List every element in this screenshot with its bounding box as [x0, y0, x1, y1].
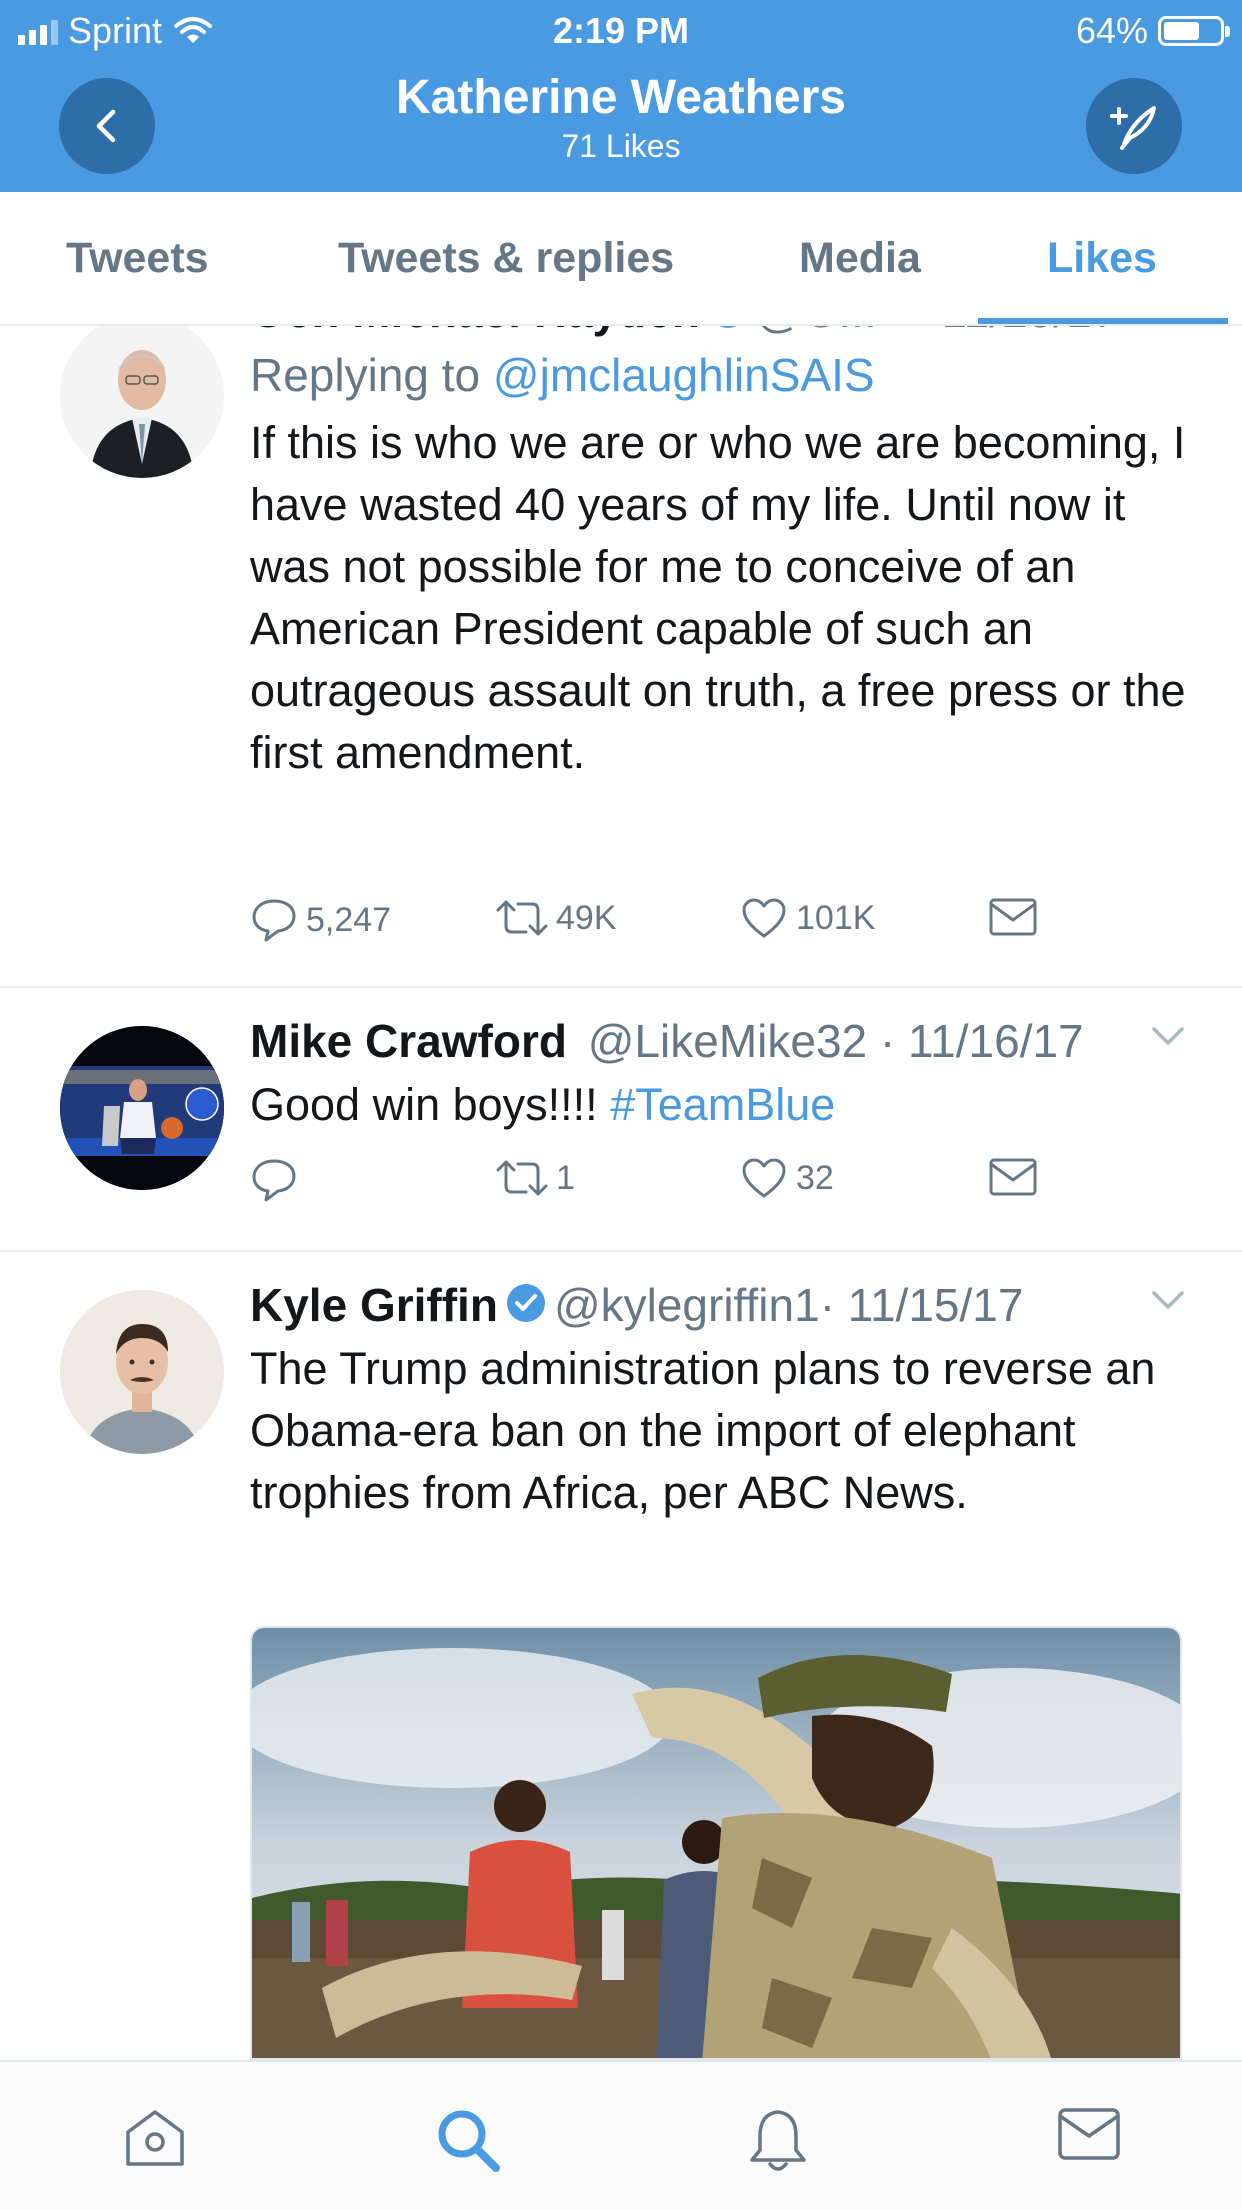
- retweet-icon: [494, 896, 550, 940]
- tab-likes[interactable]: Likes: [1047, 234, 1157, 283]
- hashtag-link[interactable]: #TeamBlue: [610, 1079, 835, 1130]
- retweet-count: 49K: [556, 898, 617, 937]
- retweet-count: 1: [556, 1158, 575, 1197]
- tweet-body: Good win boys!!!!: [250, 1079, 598, 1130]
- status-bar: Sprint 2:19 PM 64%: [0, 0, 1242, 62]
- reply-icon: [250, 896, 298, 944]
- heart-icon: [740, 896, 788, 940]
- tweet-actions: 1 32: [250, 1156, 1070, 1212]
- tweet-header: Gen Michael Hayden@G... · 11/25/17: [250, 324, 1117, 342]
- chevron-down-icon[interactable]: [1150, 1024, 1186, 1053]
- author-name[interactable]: Kyle Griffin: [250, 1279, 498, 1331]
- replying-prefix: Replying to: [250, 349, 481, 401]
- author-handle: @kylegriffin1: [553, 1279, 820, 1331]
- like-button[interactable]: 32: [740, 1156, 834, 1200]
- top-bar: Sprint 2:19 PM 64% Katherine Weathers 71…: [0, 0, 1242, 192]
- tab-search[interactable]: [434, 2106, 502, 2179]
- like-count: 101K: [796, 898, 876, 937]
- home-icon: [122, 2106, 188, 2170]
- tweet-date: · 11/16/17: [879, 1015, 1084, 1067]
- retweet-button[interactable]: 49K: [494, 896, 617, 940]
- reply-icon: [250, 1156, 298, 1204]
- tweet-hayden[interactable]: Gen Michael Hayden@G... · 11/25/17 Reply…: [0, 324, 1242, 1010]
- tweet-header: Kyle Griffin @kylegriffin1· 11/15/17: [250, 1278, 1023, 1336]
- mail-icon: [1056, 2106, 1122, 2162]
- tab-messages[interactable]: [1056, 2106, 1122, 2167]
- direct-message-button[interactable]: [988, 1156, 1038, 1198]
- search-icon: [434, 2106, 502, 2174]
- status-time: 2:19 PM: [552, 10, 690, 51]
- reply-button[interactable]: 5,247: [250, 896, 391, 944]
- verified-badge-icon: [504, 1281, 548, 1336]
- verified-badge-icon: [706, 324, 750, 342]
- tab-tweets[interactable]: Tweets: [66, 234, 209, 283]
- profile-tabs: Tweets Tweets & replies Media Likes: [0, 192, 1242, 326]
- tab-notifications[interactable]: [746, 2106, 810, 2179]
- author-handle: @LikeMike32: [587, 1015, 868, 1067]
- tweet-header: Mike Crawford @LikeMike32 · 11/16/17: [250, 1014, 1084, 1068]
- tweet-crawford[interactable]: Mike Crawford @LikeMike32 · 11/16/17 Goo…: [0, 988, 1242, 1250]
- mail-icon: [988, 1156, 1038, 1198]
- battery-icon: [1158, 16, 1230, 46]
- tweet-date: · 11/15/17: [819, 1279, 1024, 1331]
- avatar[interactable]: [60, 1290, 224, 1454]
- battery-percent: 64%: [1075, 10, 1148, 51]
- compose-button[interactable]: [1086, 78, 1182, 174]
- tweet-actions: 5,247 49K 101K: [250, 896, 1070, 952]
- retweet-icon: [494, 1156, 550, 1200]
- avatar[interactable]: [60, 324, 224, 478]
- author-name[interactable]: Mike Crawford: [250, 1015, 567, 1067]
- tweet-media-image[interactable]: [250, 1626, 1182, 2060]
- tab-media[interactable]: Media: [799, 234, 921, 283]
- replying-to: Replying to @jmclaughlinSAIS: [250, 348, 875, 402]
- tweet-text: If this is who we are or who we are beco…: [250, 417, 1186, 778]
- status-right: 64%: [1075, 8, 1230, 54]
- chevron-down-icon[interactable]: [1150, 1288, 1186, 1317]
- compose-tweet-icon: [1106, 98, 1162, 154]
- tab-home[interactable]: [122, 2106, 188, 2175]
- avatar[interactable]: [60, 1026, 224, 1190]
- like-button[interactable]: 101K: [740, 896, 875, 940]
- likes-count-subtitle: 71 Likes: [561, 128, 681, 164]
- bell-icon: [746, 2106, 810, 2174]
- direct-message-button[interactable]: [988, 896, 1038, 938]
- reply-button[interactable]: [250, 1156, 306, 1204]
- retweet-button[interactable]: 1: [494, 1156, 575, 1200]
- bottom-tab-bar: [0, 2060, 1242, 2210]
- tweet-text: The Trump administration plans to revers…: [250, 1343, 1156, 1518]
- heart-icon: [740, 1156, 788, 1200]
- battery-fill: [1164, 22, 1199, 40]
- mail-icon: [988, 896, 1038, 938]
- likes-feed: Gen Michael Hayden@G... · 11/25/17 Reply…: [0, 324, 1242, 2060]
- tab-tweets-replies[interactable]: Tweets & replies: [338, 234, 674, 283]
- like-count: 32: [796, 1158, 834, 1197]
- reply-count: 5,247: [306, 900, 392, 939]
- active-tab-indicator: [978, 318, 1228, 324]
- tweet-text: Good win boys!!!! #TeamBlue: [250, 1074, 1210, 1136]
- profile-title: Katherine Weathers: [396, 71, 846, 124]
- reply-mention-link[interactable]: @jmclaughlinSAIS: [493, 349, 875, 401]
